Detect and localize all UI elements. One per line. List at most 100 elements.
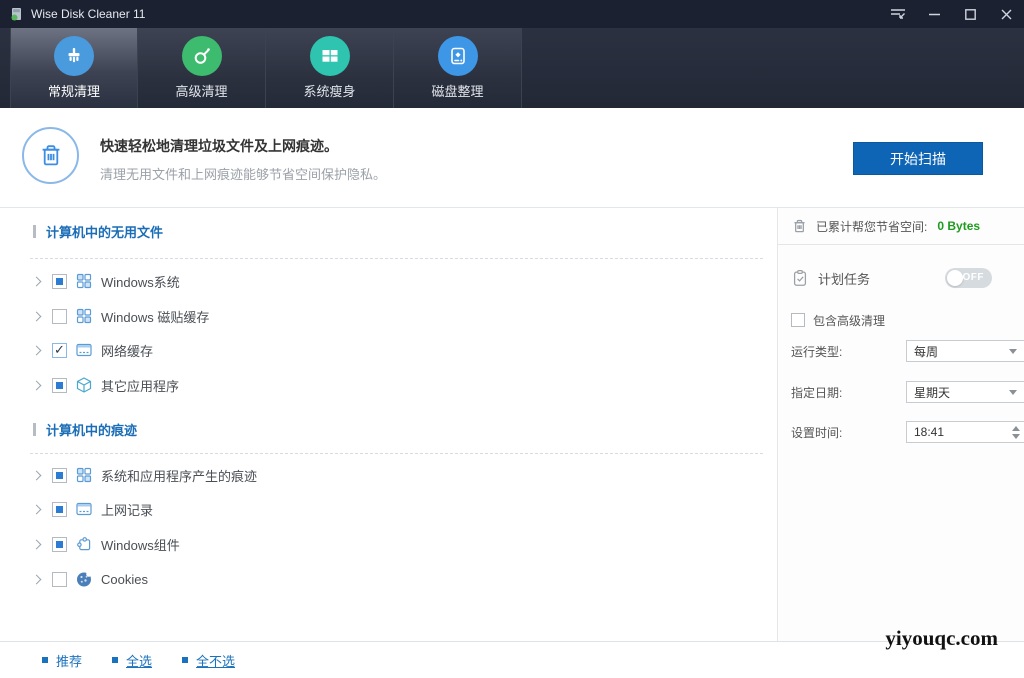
chevron-right-icon[interactable] [31,504,42,514]
cube-icon [75,376,93,394]
tab-label: 系统瘦身 [303,84,356,99]
bullet-icon [182,657,189,663]
checkbox[interactable] [52,571,67,587]
main-tab-bar: 常规清理 高级清理 系统瘦身 磁盘整理 [0,28,1024,108]
chevron-right-icon[interactable] [31,574,42,584]
schedule-toggle[interactable]: OFF [945,268,992,288]
windows-grid-icon [75,466,93,484]
chevron-down-icon [1009,389,1017,395]
tree-item-label: Cookies [101,571,148,587]
chevron-right-icon[interactable] [31,539,42,549]
titlebar: Wise Disk Cleaner 11 [0,0,1024,28]
magnifier-icon [181,36,222,76]
bullet-icon [112,657,119,663]
tree-item-label: Windows组件 [101,537,180,553]
tree-item-cookies[interactable]: Cookies [31,562,763,596]
spinner-arrows[interactable] [1009,421,1023,443]
run-type-label: 运行类型: [791,344,843,359]
tree-item-label: Windows 磁贴缓存 [101,309,210,325]
checkbox[interactable] [791,313,805,327]
page-header: 快速轻松地清理垃圾文件及上网痕迹。 清理无用文件和上网痕迹能够节省空间保护隐私。… [0,108,1024,208]
tree-item-web-cache[interactable]: 网络缓存 [31,333,763,367]
day-select[interactable]: 星期天 [906,381,1024,403]
cleanup-tree: 计算机中的无用文件 Windows系统 Windows 磁贴缓存 ✓ 网络缓存 … [0,208,777,641]
trash-small-icon [791,218,808,235]
chevron-right-icon[interactable] [31,380,42,390]
chevron-right-icon[interactable] [31,345,42,355]
checkbox[interactable] [52,377,67,393]
section-bar [33,422,36,436]
windows-flag-icon [309,36,350,76]
clipboard-check-icon [791,269,809,287]
footer-bar: 推荐 全选 全不选 [0,641,1024,678]
day-row: 指定日期: 星期天 [791,381,1024,403]
tree-item-label: 其它应用程序 [101,378,180,394]
close-icon[interactable] [988,0,1024,28]
tree-item-label: 网络缓存 [101,343,154,359]
dashed-divider [30,258,763,259]
saved-space-value: 0 Bytes [937,219,981,233]
checkbox[interactable] [52,342,67,358]
windows-grid-icon [75,307,93,325]
tab-disk-defrag[interactable]: 磁盘整理 [394,28,522,108]
minimize-icon[interactable] [916,0,952,28]
app-logo-icon [10,7,24,21]
saved-space-row: 已累计帮您节省空间: 0 Bytes [778,208,1024,245]
tree-item-label: Windows系统 [101,274,180,290]
include-advanced-row[interactable]: 包含高级清理 [791,310,1011,330]
tab-normal-clean[interactable]: 常规清理 [10,28,138,108]
tab-system-slim[interactable]: 系统瘦身 [266,28,394,108]
watermark: yiyouqc.com [885,626,998,650]
saved-space-label: 已累计帮您节省空间: [816,219,928,234]
tree-item-tile-cache[interactable]: Windows 磁贴缓存 [31,299,763,333]
cookie-icon [75,570,93,588]
scheduled-task-label: 计划任务 [818,271,871,287]
browser-window-icon [75,500,93,518]
browser-window-icon [75,341,93,359]
trash-badge-icon [22,127,79,184]
spin-up-icon[interactable] [1012,425,1020,431]
side-panel: 已累计帮您节省空间: 0 Bytes 计划任务 OFF 包含高级清理 运行类型:… [777,208,1024,641]
chevron-down-icon [1009,348,1017,354]
section-bar [33,224,36,238]
checkbox[interactable] [52,273,67,289]
chevron-right-icon[interactable] [31,311,42,321]
day-label: 指定日期: [791,385,843,400]
run-type-select[interactable]: 每周 [906,340,1024,362]
page-title: 快速轻松地清理垃圾文件及上网痕迹。 [100,138,338,154]
toggle-state-label: OFF [962,272,984,283]
recommend-link[interactable]: 推荐 [42,651,82,670]
time-row: 设置时间: [791,421,1024,443]
tree-item-windows-system[interactable]: Windows系统 [31,264,763,298]
checkbox[interactable] [52,308,67,324]
tree-item-browsing-history[interactable]: 上网记录 [31,492,763,526]
include-advanced-label: 包含高级清理 [813,313,886,328]
checkbox[interactable] [52,536,67,552]
select-none-link[interactable]: 全不选 [182,651,235,670]
tree-item-other-apps[interactable]: 其它应用程序 [31,368,763,402]
bullet-icon [42,657,48,663]
time-label: 设置时间: [791,425,843,440]
tab-label: 高级清理 [175,84,228,99]
tree-item-label: 系统和应用程序产生的痕迹 [101,468,258,484]
checkbox[interactable] [52,501,67,517]
select-all-link[interactable]: 全选 [112,651,152,670]
tab-label: 常规清理 [47,84,100,99]
tree-item-label: 上网记录 [101,502,154,518]
tree-item-windows-components[interactable]: Windows组件 [31,527,763,561]
section-header-junk-files: 计算机中的无用文件 [33,222,163,240]
tree-item-system-traces[interactable]: 系统和应用程序产生的痕迹 [31,458,763,492]
chevron-right-icon[interactable] [31,276,42,286]
spin-down-icon[interactable] [1012,433,1020,439]
page-subtitle: 清理无用文件和上网痕迹能够节省空间保护隐私。 [100,167,387,182]
tab-advanced-clean[interactable]: 高级清理 [138,28,266,108]
maximize-icon[interactable] [952,0,988,28]
dashed-divider [30,453,763,454]
start-scan-button[interactable]: 开始扫描 [853,142,983,175]
menu-icon[interactable] [880,0,916,28]
windows-grid-icon [75,272,93,290]
checkbox[interactable] [52,467,67,483]
scheduled-task-row: 计划任务 OFF [791,260,1011,296]
chevron-right-icon[interactable] [31,470,42,480]
time-input[interactable] [906,421,1024,443]
